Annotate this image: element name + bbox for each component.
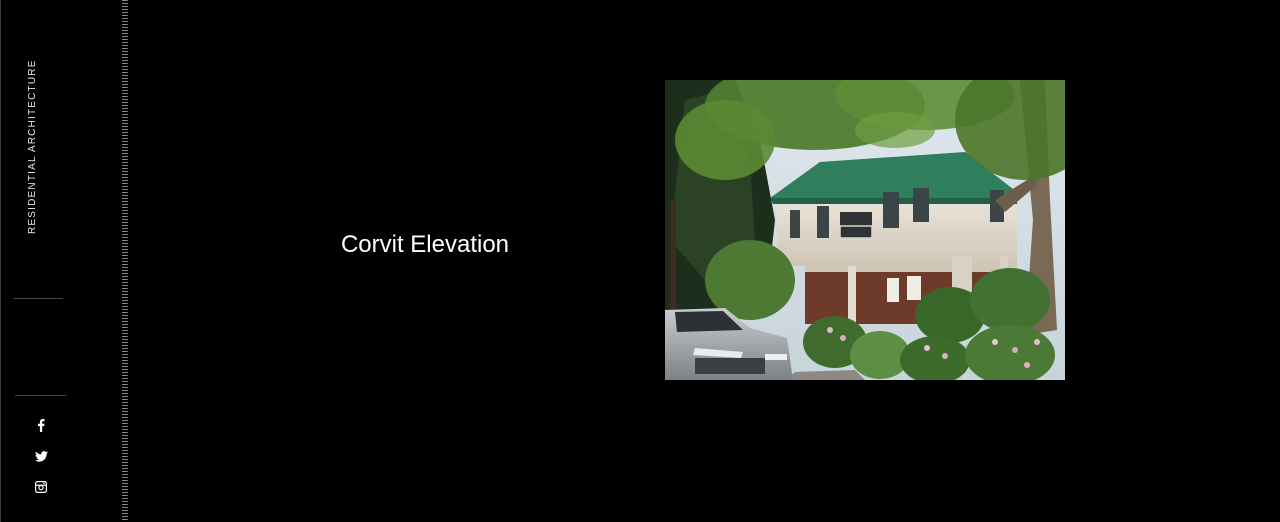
project-title[interactable]: Corvit Elevation	[300, 228, 550, 262]
sidebar: RESIDENTIAL ARCHITECTURE	[0, 0, 120, 522]
sidebar-divider	[13, 298, 63, 299]
facebook-icon	[37, 418, 45, 432]
page: RESIDENTIAL ARCHITECTURE Corvit Elevatio…	[0, 0, 1280, 522]
instagram-icon	[35, 481, 47, 493]
project-image[interactable]	[665, 80, 1065, 380]
facebook-link[interactable]	[31, 415, 51, 435]
house-illustration	[665, 80, 1065, 380]
twitter-link[interactable]	[31, 446, 51, 466]
instagram-link[interactable]	[31, 477, 51, 497]
sidebar-vertical-title[interactable]: RESIDENTIAL ARCHITECTURE	[27, 59, 41, 234]
scroll-rail	[122, 0, 128, 522]
sidebar-divider	[15, 395, 66, 396]
twitter-icon	[34, 450, 48, 462]
sidebar-title-text[interactable]: RESIDENTIAL ARCHITECTURE	[27, 59, 39, 234]
